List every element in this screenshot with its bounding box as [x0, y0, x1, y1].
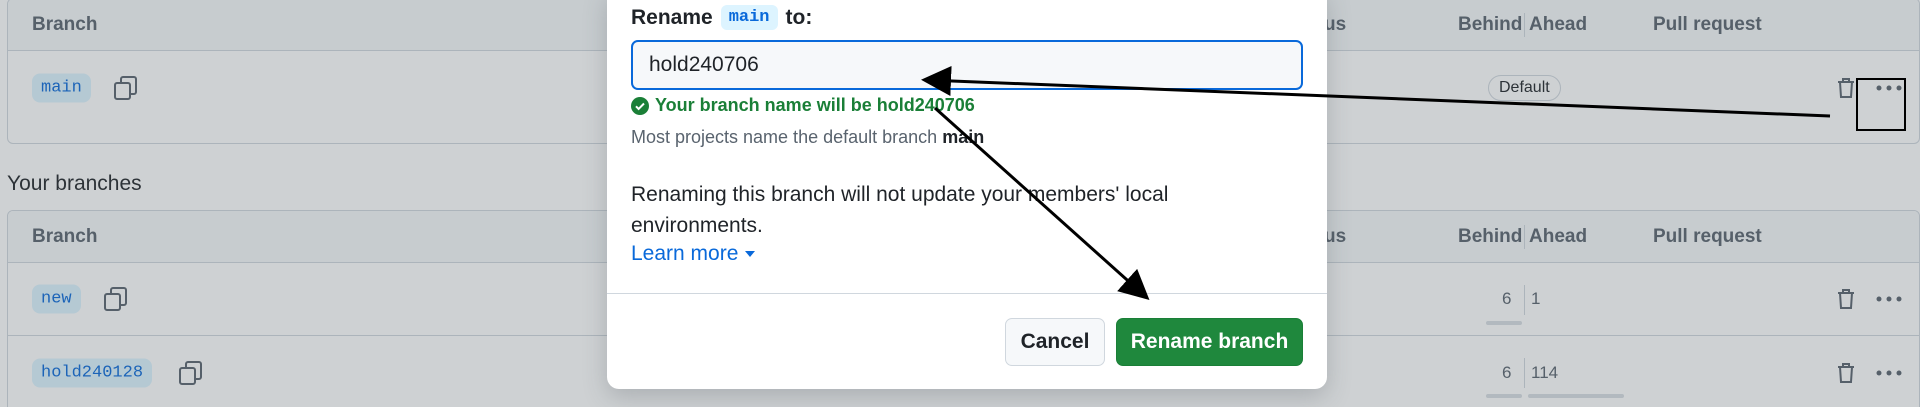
hint-text: Most projects name the default branch [631, 127, 938, 147]
hint-branch: main [942, 127, 985, 147]
highlight-box [1856, 78, 1906, 131]
default-branch-hint: Most projects name the default branch ma… [631, 127, 984, 148]
cancel-button[interactable]: Cancel [1005, 318, 1105, 366]
dialog-footer-divider [607, 293, 1327, 294]
validation-text: Your branch name will be hold240706 [655, 95, 975, 115]
rename-branch-dialog: Rename main to: Your branch name will be… [607, 0, 1327, 389]
learn-more-text[interactable]: Learn more [631, 242, 738, 266]
rename-field-label: Rename main to: [631, 5, 812, 30]
triangle-down-icon [745, 251, 756, 257]
learn-more-link[interactable]: Learn more [631, 242, 756, 266]
check-circle-icon [631, 96, 649, 115]
label-prefix: Rename [631, 5, 713, 29]
validation-message: Your branch name will be hold240706 [631, 95, 975, 116]
current-branch-code: main [720, 5, 778, 30]
rename-branch-button[interactable]: Rename branch [1116, 318, 1303, 366]
new-branch-name-input[interactable] [631, 40, 1303, 90]
label-suffix: to: [785, 5, 813, 29]
rename-warning: Renaming this branch will not update you… [631, 183, 1169, 237]
